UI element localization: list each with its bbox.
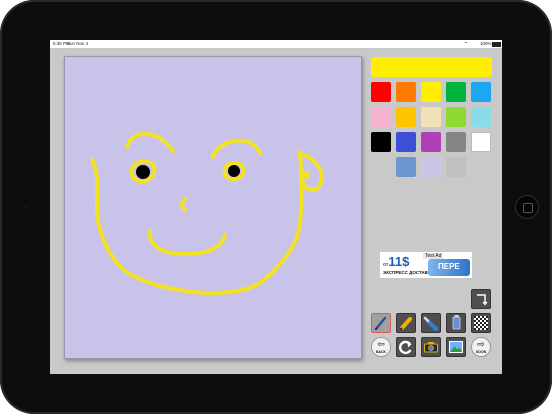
color-swatch[interactable] xyxy=(471,107,491,127)
corner-arrow-icon xyxy=(477,294,488,306)
picture-icon xyxy=(449,341,463,353)
left-eyebrow xyxy=(125,131,175,153)
ad-banner[interactable]: от11$ ЭКСПРЕСС ДОСТАВКА ПЕРЕ Test Ad xyxy=(380,252,472,278)
back-button[interactable]: ⇦ BACK xyxy=(371,337,391,357)
back-label: BACK xyxy=(375,350,387,354)
paint-tube-icon xyxy=(452,315,461,330)
tablet-frame: 5:35 PM Sun Nov 4 ⌔ 100% от11$ ЭКСПРЕСС … xyxy=(0,0,552,414)
left-pupil xyxy=(136,165,150,179)
color-swatch[interactable] xyxy=(371,132,391,152)
nose xyxy=(180,197,187,212)
front-camera xyxy=(25,206,28,209)
right-eyebrow xyxy=(211,138,262,159)
color-swatch[interactable] xyxy=(421,107,441,127)
undo-icon xyxy=(398,340,412,355)
drawing-canvas[interactable] xyxy=(64,56,362,359)
tool-pen[interactable] xyxy=(371,313,391,333)
color-swatch[interactable] xyxy=(471,82,491,102)
app-screen: 5:35 PM Sun Nov 4 ⌔ 100% от11$ ЭКСПРЕСС … xyxy=(50,40,502,374)
face-outline xyxy=(90,150,304,295)
mouth xyxy=(147,230,227,257)
color-swatch[interactable] xyxy=(371,107,391,127)
checkerboard-icon xyxy=(474,316,488,330)
pen-icon xyxy=(374,316,387,331)
camera-icon xyxy=(424,342,438,353)
ad-price: 11$ xyxy=(388,254,410,269)
color-swatch[interactable] xyxy=(396,157,416,177)
color-swatch[interactable] xyxy=(471,132,491,152)
color-swatch[interactable] xyxy=(421,157,441,177)
ad-test-tag: Test Ad xyxy=(423,253,444,259)
marker-icon xyxy=(399,317,412,331)
tool-pattern[interactable] xyxy=(471,313,491,333)
brush-icon xyxy=(423,316,438,331)
tool-marker[interactable] xyxy=(396,313,416,333)
face-drawing xyxy=(90,131,324,295)
status-date: Sun Nov 4 xyxy=(67,41,89,46)
color-swatch[interactable] xyxy=(396,107,416,127)
color-swatch[interactable] xyxy=(396,132,416,152)
ad-image: ПЕРЕ xyxy=(428,259,470,276)
soon-label: SOON xyxy=(475,350,487,354)
home-button[interactable] xyxy=(515,195,539,219)
arrow-right-icon: ⇨ xyxy=(477,339,485,349)
rotate-button[interactable] xyxy=(471,289,491,309)
color-swatch[interactable] xyxy=(446,132,466,152)
wifi-icon: ⌔ xyxy=(464,41,469,46)
color-swatch[interactable] xyxy=(446,157,466,177)
color-swatch[interactable] xyxy=(396,82,416,102)
tool-brush[interactable] xyxy=(421,313,441,333)
arrow-left-icon: ⇦ xyxy=(377,339,385,349)
selected-color-bar xyxy=(371,57,492,77)
color-swatch[interactable] xyxy=(421,82,441,102)
color-swatch[interactable] xyxy=(446,82,466,102)
tool-paint-tube[interactable] xyxy=(446,313,466,333)
ad-price-line: от11$ xyxy=(383,254,409,269)
ad-subtitle: ЭКСПРЕСС ДОСТАВКА xyxy=(383,270,434,275)
color-swatch[interactable] xyxy=(421,132,441,152)
soon-button[interactable]: ⇨ SOON xyxy=(471,337,491,357)
ad-image-text: ПЕРЕ xyxy=(438,262,460,271)
gallery-button[interactable] xyxy=(446,337,466,357)
color-swatch[interactable] xyxy=(371,82,391,102)
battery-icon xyxy=(492,42,501,47)
battery-level: 100% xyxy=(480,41,492,46)
status-bar: 5:35 PM Sun Nov 4 ⌔ 100% xyxy=(50,40,502,48)
color-swatch[interactable] xyxy=(446,107,466,127)
undo-button[interactable] xyxy=(396,337,416,357)
camera-button[interactable] xyxy=(421,337,441,357)
right-pupil xyxy=(228,165,240,177)
